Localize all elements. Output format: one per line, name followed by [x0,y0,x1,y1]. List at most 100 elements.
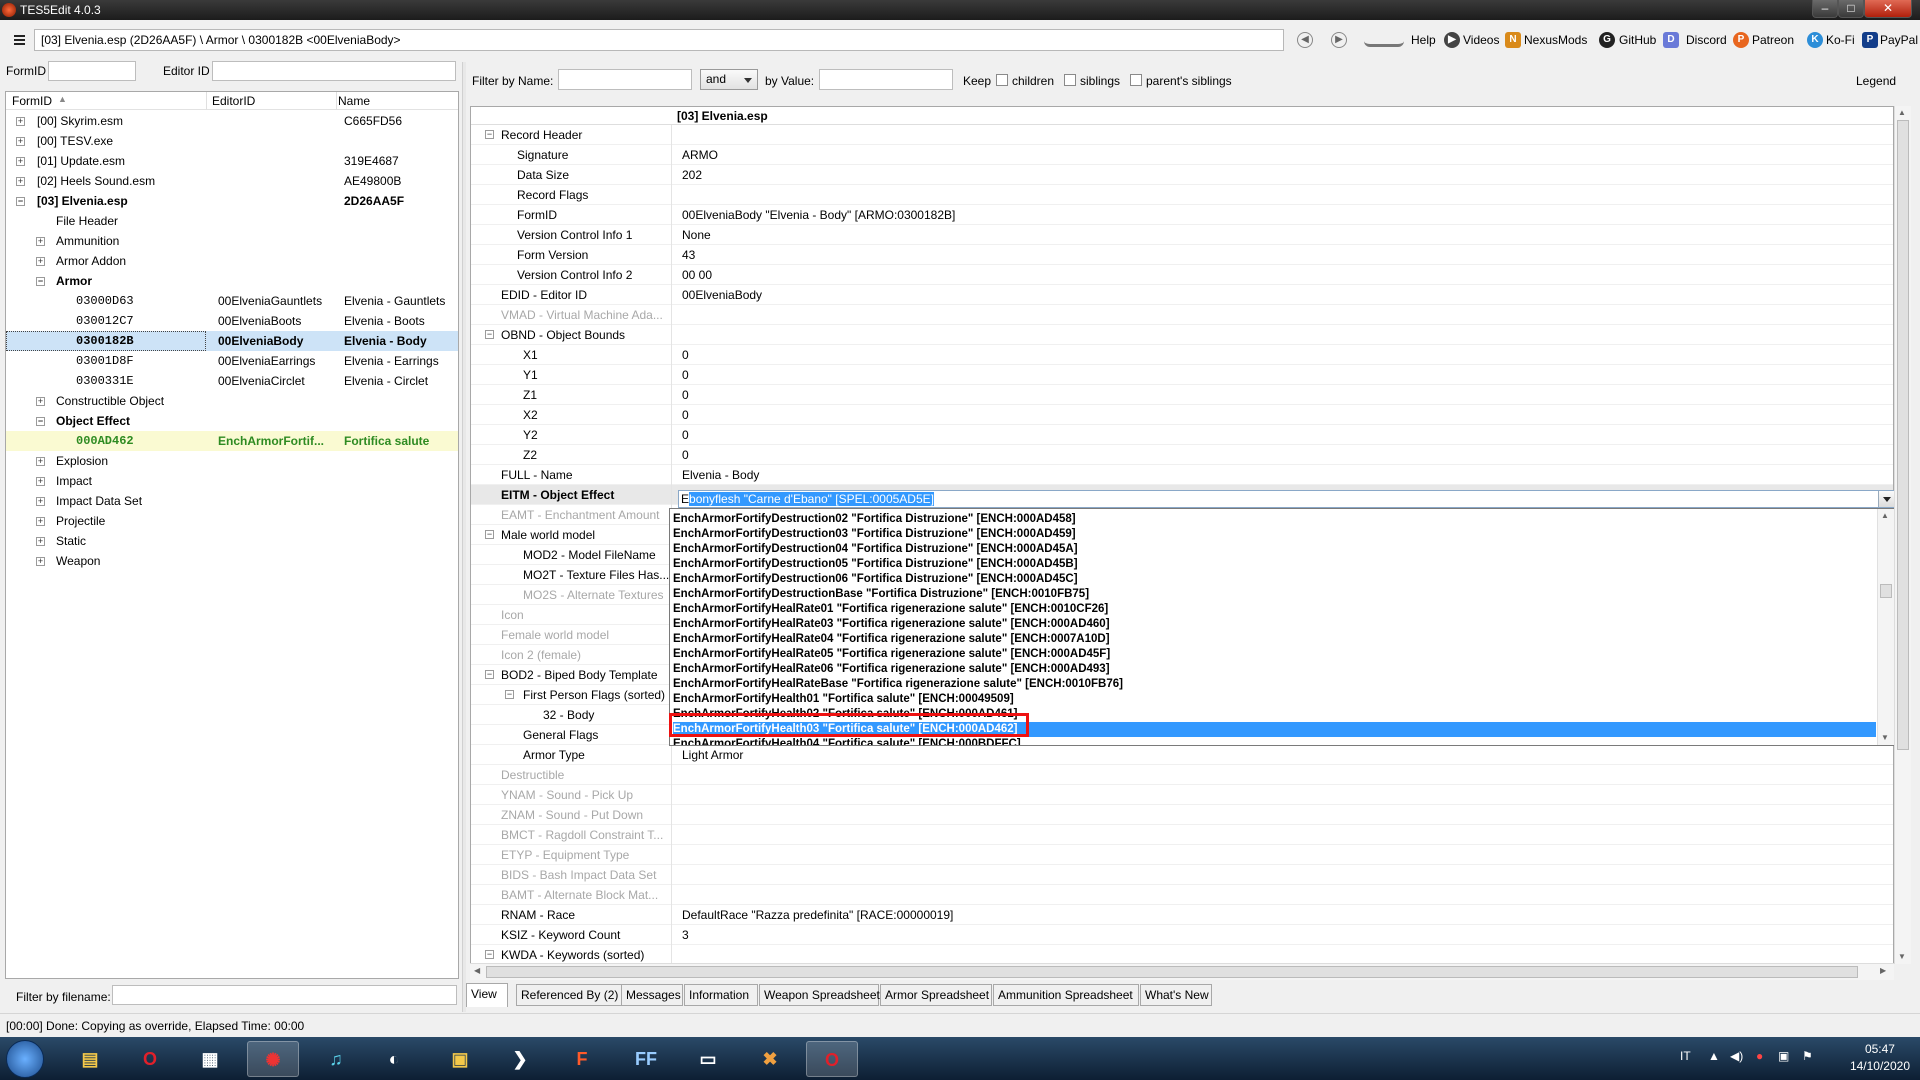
filezilla-icon[interactable]: F [556,1041,608,1077]
dropdown-option[interactable]: EnchArmorFortifyDestruction06 "Fortifica… [673,572,1876,587]
collapse-icon[interactable]: − [485,670,494,679]
media-icon[interactable]: ◐ [368,1041,420,1077]
column-formid[interactable]: FormID [12,94,52,108]
tree-row[interactable]: + Explosion [6,451,458,471]
folder-icon[interactable]: ▣ [434,1041,486,1077]
record-field-row[interactable]: YNAM - Sound - Pick Up [471,785,1893,805]
record-field-row[interactable]: Version Control Info 1 None [471,225,1893,245]
app-icon[interactable]: ❯ [494,1041,546,1077]
system-clock[interactable]: 05:47 14/10/2020 [1850,1041,1910,1075]
github-link[interactable]: GitHub [1619,33,1656,47]
tree-row[interactable]: + [02] Heels Sound.esm AE49800B [6,171,458,191]
filter-operator-select[interactable]: and [700,69,758,90]
window-icon[interactable]: ▭ [682,1041,734,1077]
network-icon[interactable]: ▣ [1778,1049,1789,1063]
scroll-down-icon[interactable]: ▼ [1881,733,1889,742]
tree-row[interactable]: 000AD462 EnchArmorFortif... Fortifica salu… [6,431,458,451]
expand-icon[interactable]: + [16,157,25,166]
dropdown-option[interactable]: EnchArmorFortifyDestruction03 "Fortifica… [673,527,1876,542]
expand-icon[interactable]: + [36,477,45,486]
field-value[interactable]: 0 [682,365,689,385]
children-checkbox[interactable] [996,74,1008,86]
tree-row[interactable]: 03000D63 00ElveniaGauntlets Elvenia - Gaun… [6,291,458,311]
scroll-up-icon[interactable]: ▲ [1898,108,1906,117]
expand-icon[interactable]: + [36,557,45,566]
record-field-row[interactable]: ZNAM - Sound - Put Down [471,805,1893,825]
tree-row[interactable]: + Impact Data Set [6,491,458,511]
opera-icon[interactable]: O [124,1041,176,1077]
record-field-row[interactable]: VMAD - Virtual Machine Ada... [471,305,1893,325]
tree-row[interactable]: 030012C7 00ElveniaBoots Elvenia - Boots [6,311,458,331]
record-field-row[interactable]: Signature ARMO [471,145,1893,165]
tes5edit-icon[interactable]: ✺ [247,1041,299,1077]
tab-information[interactable]: Information [684,984,758,1006]
action-center-icon[interactable]: ⚑ [1802,1049,1813,1063]
expand-icon[interactable]: + [16,117,25,126]
expand-icon[interactable]: + [36,517,45,526]
record-field-row[interactable]: BAMT - Alternate Block Mat... [471,885,1893,905]
tab-armor-spreadsheet[interactable]: Armor Spreadsheet [880,984,992,1006]
column-name[interactable]: Name [338,94,370,108]
maximize-button[interactable]: □ [1838,0,1864,18]
calculator-icon[interactable]: ▦ [184,1041,236,1077]
combobox-dropdown-arrow-icon[interactable] [1878,491,1894,507]
tree-row[interactable]: + [00] Skyrim.esm C665FD56 [6,111,458,131]
expand-icon[interactable]: + [36,397,45,406]
record-field-row[interactable]: − Record Header [471,125,1893,145]
filter-by-filename-input[interactable] [112,985,457,1005]
dropdown-option[interactable]: EnchArmorFortifyDestruction04 "Fortifica… [673,542,1876,557]
field-value[interactable]: 43 [682,245,695,265]
opera-browser-icon[interactable]: O [806,1041,858,1077]
record-field-row[interactable]: Version Control Info 2 00 00 [471,265,1893,285]
collapse-icon[interactable]: − [485,530,494,539]
record-field-row[interactable]: Form Version 43 [471,245,1893,265]
nexusmods-link[interactable]: NexusMods [1524,33,1587,47]
dropdown-option[interactable]: EnchArmorFortifyHealRate06 "Fortifica ri… [673,662,1876,677]
tree-row[interactable]: + Ammunition [6,231,458,251]
scroll-down-icon[interactable]: ▼ [1898,952,1906,961]
kofi-link[interactable]: Ko-Fi [1826,33,1855,47]
tree-row-selected[interactable]: 0300182B 00ElveniaBody Elvenia - Body [6,331,458,351]
record-field-row[interactable]: BMCT - Ragdoll Constraint T... [471,825,1893,845]
dropdown-option[interactable]: EnchArmorFortifyHealRate01 "Fortifica ri… [673,602,1876,617]
help-link[interactable]: Help [1411,33,1436,47]
field-value[interactable]: DefaultRace "Razza predefinita" [RACE:00… [682,905,953,925]
record-field-row[interactable]: RNAM - Race DefaultRace "Razza predefinit… [471,905,1893,925]
expand-icon[interactable]: + [16,177,25,186]
collapse-icon[interactable]: − [36,277,45,286]
record-field-row[interactable]: X2 0 [471,405,1893,425]
field-value[interactable]: ARMO [682,145,718,165]
tree-row[interactable]: − [03] Elvenia.esp 2D26AA5F [6,191,458,211]
record-field-row[interactable]: Destructible [471,765,1893,785]
record-field-row[interactable]: Record Flags [471,185,1893,205]
expand-icon[interactable]: + [36,237,45,246]
collapse-icon[interactable]: − [505,690,514,699]
filter-by-value-input[interactable] [819,69,953,90]
record-field-row[interactable]: − OBND - Object Bounds [471,325,1893,345]
expand-icon[interactable]: + [36,537,45,546]
back-icon[interactable]: ◀ [1297,32,1313,48]
tab-view[interactable]: View [466,983,508,1007]
dropdown-option[interactable]: EnchArmorFortifyHealRate04 "Fortifica ri… [673,632,1876,647]
tree-row[interactable]: + Constructible Object [6,391,458,411]
tab-ammunition-spreadsheet[interactable]: Ammunition Spreadsheet [993,984,1139,1006]
explorer-icon[interactable]: ▤ [64,1041,116,1077]
dropdown-option[interactable]: EnchArmorFortifyHealRateBase "Fortifica … [673,677,1876,692]
tree-row[interactable]: + Impact [6,471,458,491]
dropdown-option[interactable]: EnchArmorFortifyDestruction05 "Fortifica… [673,557,1876,572]
antivirus-icon[interactable]: ● [1756,1049,1763,1063]
forward-icon[interactable]: ▶ [1331,32,1347,48]
tree-row[interactable]: + Static [6,531,458,551]
field-value[interactable]: 0 [682,345,689,365]
field-value[interactable]: 3 [682,925,689,945]
music-player-icon[interactable]: ♫ [310,1041,362,1077]
field-value[interactable]: 0 [682,425,689,445]
record-field-row[interactable]: EDID - Editor ID 00ElveniaBody [471,285,1893,305]
tree-row[interactable]: + Armor Addon [6,251,458,271]
editorid-input[interactable] [212,61,456,81]
record-horizontal-scrollbar[interactable]: ◀ ▶ [470,963,1894,980]
record-field-row[interactable]: Data Size 202 [471,165,1893,185]
volume-icon[interactable]: ◀) [1730,1049,1743,1063]
field-value[interactable]: 00ElveniaBody "Elvenia - Body" [ARMO:030… [682,205,955,225]
tree-row[interactable]: File Header [6,211,458,231]
